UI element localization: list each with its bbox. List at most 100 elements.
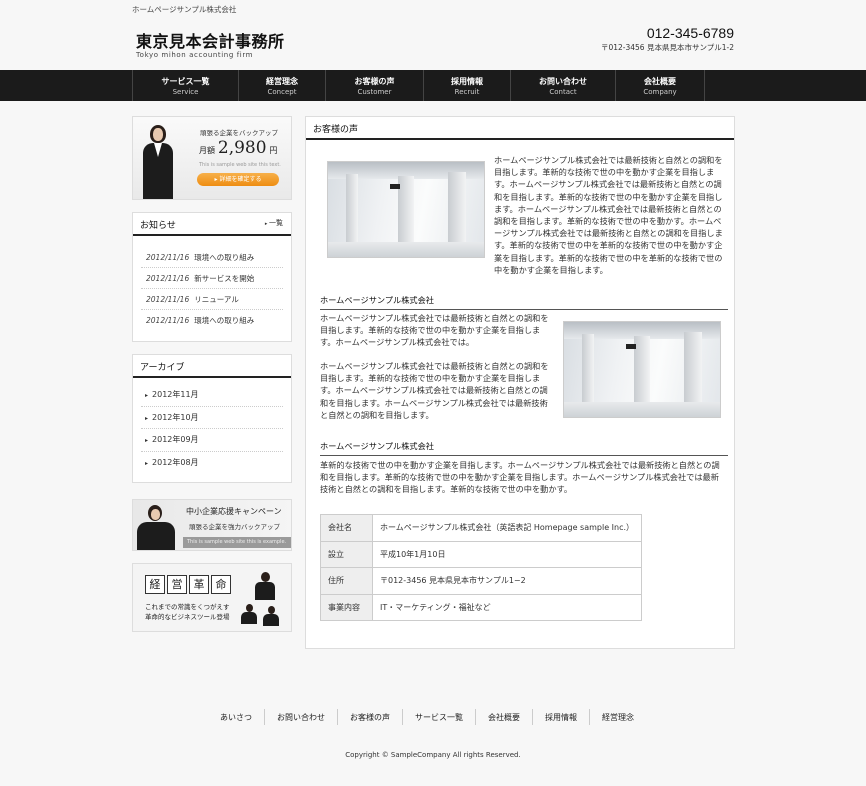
intro-text: ホームページサンプル株式会社では最新技術と自然との調和を 目指します。革新的な技…	[494, 154, 730, 276]
arrow-right-icon: ▸	[145, 459, 149, 467]
footer-link-service[interactable]: サービス一覧	[403, 709, 476, 725]
news-text: 環境への取り組み	[194, 253, 255, 262]
table-value: IT・マーケティング・福祉など	[372, 593, 642, 621]
text-line: 調和を目指します。革新的な技術で世の中を動かす。ホームペ	[494, 216, 722, 227]
nav-sublabel: Company	[643, 88, 677, 96]
person-face	[151, 509, 160, 520]
revolution-banner[interactable]: 経 営 革 命 これまでの常識をくつがえす 革命的なビジネスツール登場	[132, 563, 292, 632]
nav-sublabel: Contact	[549, 88, 577, 96]
campaign-subtitle: 頑張る企業を強力バックアップ	[189, 523, 280, 531]
footer-link-company[interactable]: 会社概要	[476, 709, 533, 725]
text-line: 目指します。革新的な技術で世の中を動かす企業を目指しま	[320, 325, 541, 336]
text-line: と自然との調和を目指します。	[320, 409, 434, 420]
table-key: 設立	[320, 540, 373, 568]
news-item[interactable]: 2012/11/16 環境への取り組み	[141, 247, 283, 268]
nav-sublabel: Recruit	[454, 88, 480, 96]
nav-item-company[interactable]: 会社概要 Company	[616, 70, 705, 101]
campaign-note: This is sample web site this is example.	[183, 537, 291, 548]
text-line: す。ホームページサンプル株式会社では。	[320, 337, 475, 348]
header-contact: 012-345-6789 〒012-3456 見本県見本市サンプル1-2	[601, 25, 734, 53]
section-heading: ホームページサンプル株式会社	[320, 294, 728, 310]
footer-nav: あいさつ お問い合わせ お客様の声 サービス一覧 会社概要 採用情報 経営理念	[208, 709, 646, 725]
price-prefix: 月額	[199, 146, 215, 155]
news-date: 2012/11/16	[146, 253, 190, 262]
person-face	[153, 128, 163, 141]
news-more-link[interactable]: ▸ 一覧	[265, 218, 283, 228]
person-figure	[263, 606, 279, 626]
nav-item-concept[interactable]: 経営理念 Concept	[239, 70, 326, 101]
copyright: Copyright © SampleCompany All rights Res…	[345, 751, 521, 759]
text-line: 和を目指します。革新的な技術で世の中を動かす企業を目指します。ホームページサンプ…	[320, 472, 719, 483]
kanji-char: 営	[167, 575, 187, 594]
archive-item[interactable]: ▸ 2012年08月	[141, 452, 283, 475]
text-line: ホームページサンプル株式会社では最新技術と自然との調和を	[320, 361, 549, 371]
archive-box: アーカイブ ▸ 2012年11月 ▸ 2012年10月 ▸ 2012年09月 ▸ 201…	[132, 354, 292, 483]
banner-price: 月額 2,980 円	[199, 138, 277, 158]
nav-item-contact[interactable]: お問い合わせ Contact	[511, 70, 616, 101]
revolution-line2: 革命的なビジネスツール登場	[145, 613, 230, 621]
price-value: 2,980	[217, 138, 267, 158]
kanji-title: 経 営 革 命	[145, 575, 233, 594]
footer-link-contact[interactable]: お問い合わせ	[265, 709, 338, 725]
table-key: 住所	[320, 567, 373, 595]
more-label: 一覧	[269, 219, 283, 227]
nav-label: お客様の声	[354, 77, 395, 86]
header-address: 〒012-3456 見本県見本市サンプル1-2	[600, 43, 734, 52]
phone-number: 012-345-6789	[646, 25, 734, 41]
text-line: す。革新的な技術で世の中を革新的な技術で世の中を動かす企	[494, 240, 723, 251]
banner-note: This is sample web site this text.	[199, 162, 281, 168]
nav-sublabel: Customer	[357, 88, 392, 96]
price-unit: 円	[269, 146, 278, 155]
text-line: 革新的な技術で世の中を動かす企業を目指します。ホームページサンプル株式会社では最…	[320, 460, 720, 470]
global-nav: サービス一覧 Service 経営理念 Concept お客様の声 Custom…	[0, 70, 866, 101]
nav-label: 採用情報	[451, 77, 483, 86]
person-figure	[241, 604, 257, 624]
text-line: 技術と自然との調和を目指します。革新的な技術で世の中を動かす。	[320, 484, 573, 495]
text-line: 目指します。革新的な技術で世の中を動かす企業を目指しま	[494, 167, 715, 178]
banner-detail-button[interactable]: ▸ 詳細を確定する	[197, 173, 279, 186]
nav-item-customer[interactable]: お客様の声 Customer	[326, 70, 424, 101]
footer-link-recruit[interactable]: 採用情報	[533, 709, 590, 725]
news-item[interactable]: 2012/11/16 新サービスを開始	[141, 268, 283, 289]
nav-sublabel: Service	[172, 88, 199, 96]
archive-item[interactable]: ▸ 2012年09月	[141, 429, 283, 452]
footer-link-concept[interactable]: 経営理念	[590, 709, 646, 725]
news-item[interactable]: 2012/11/16 環境への取り組み	[141, 310, 283, 331]
site-tagline: ホームページサンプル株式会社	[132, 5, 237, 14]
arrow-right-icon: ▸	[145, 392, 149, 399]
table-key: 事業内容	[320, 593, 373, 621]
site-logo[interactable]: 東京見本会計事務所 Tokyo mihon accounting firm	[136, 28, 285, 59]
arrow-right-icon: ▸	[145, 437, 149, 444]
footer-link-greeting[interactable]: あいさつ	[208, 709, 265, 725]
kanji-char: 命	[211, 575, 231, 594]
banner-catch: 頑張る企業をバックアップ	[200, 129, 278, 137]
sidebar: 頑張る企業をバックアップ 月額 2,980 円 This is sample w…	[132, 116, 292, 632]
text-line: ホームページサンプル株式会社では最新技術と自然との調和を	[494, 155, 723, 165]
section1-paragraph: ホームページサンプル株式会社では最新技術と自然との調和を 目指します。革新的な技…	[320, 360, 556, 421]
news-title: お知らせ	[140, 221, 176, 231]
table-row: 設立 平成10年1月10日	[320, 540, 642, 568]
text-line: す。ホームページサンプル株式会社では最新技術と自然との調	[494, 179, 722, 190]
logo-subtitle: Tokyo mihon accounting firm	[136, 51, 254, 59]
nav-sublabel: Concept	[267, 88, 297, 96]
news-text: 環境への取り組み	[194, 316, 255, 325]
archive-item[interactable]: ▸ 2012年10月	[141, 407, 283, 429]
news-box: お知らせ ▸ 一覧 2012/11/16 環境への取り組み 2012/11/16 新…	[132, 212, 292, 342]
archive-label: 2012年08月	[152, 457, 199, 467]
text-line: 中を動かす企業を目指します。	[494, 264, 608, 275]
nav-item-recruit[interactable]: 採用情報 Recruit	[424, 70, 511, 101]
person-figure	[255, 572, 275, 600]
footer-link-customer[interactable]: お客様の声	[338, 709, 403, 725]
archive-title: アーカイブ	[140, 363, 185, 373]
news-text: リニューアル	[194, 295, 239, 304]
table-value: 平成10年1月10日	[372, 540, 642, 568]
section2-paragraph: 革新的な技術で世の中を動かす企業を目指します。ホームページサンプル株式会社では最…	[320, 459, 732, 496]
text-line: 業を目指します。革新的な技術で世の中を革新的な技術で世の	[494, 252, 723, 263]
price-banner[interactable]: 頑張る企業をバックアップ 月額 2,980 円 This is sample w…	[132, 116, 292, 200]
section-heading: ホームページサンプル株式会社	[320, 440, 728, 456]
nav-item-service[interactable]: サービス一覧 Service	[133, 70, 239, 101]
arrow-right-icon: ▸	[145, 414, 149, 422]
campaign-banner[interactable]: 中小企業応援キャンペーン 頑張る企業を強力バックアップ This is samp…	[132, 499, 292, 551]
news-item[interactable]: 2012/11/16 リニューアル	[141, 289, 283, 310]
archive-item[interactable]: ▸ 2012年11月	[141, 384, 283, 407]
